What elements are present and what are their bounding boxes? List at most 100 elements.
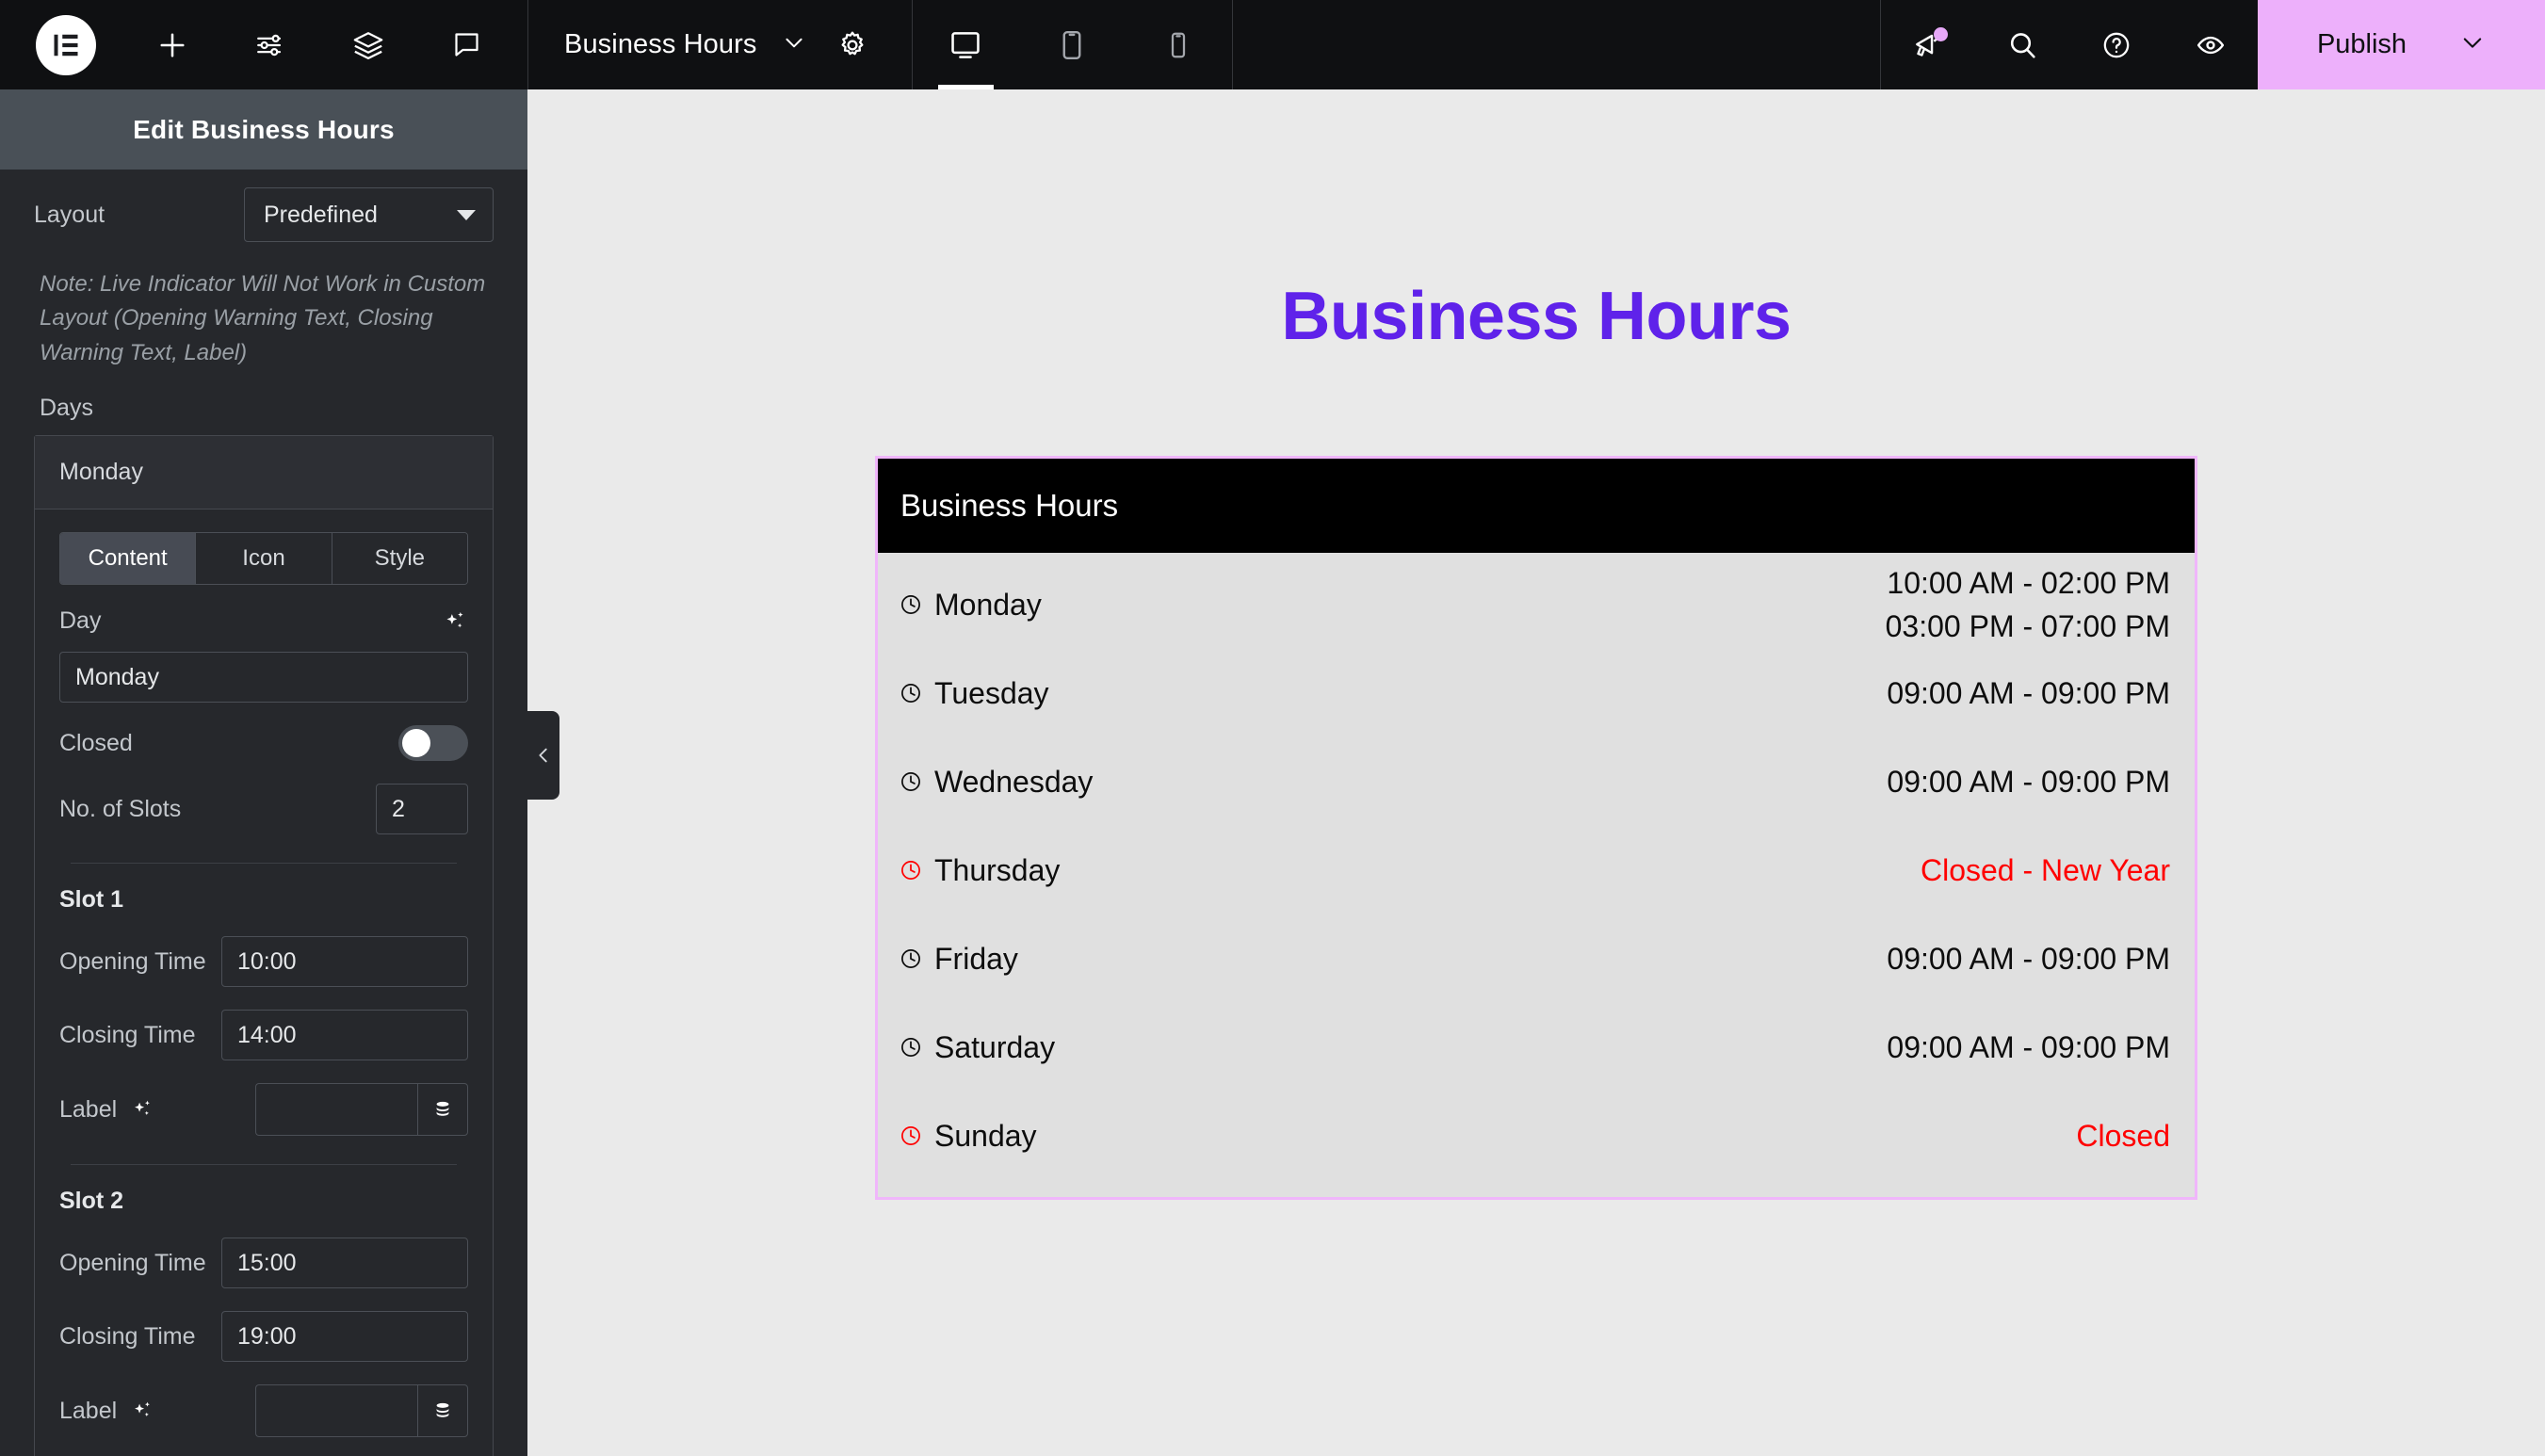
row-times: Closed: [2076, 1114, 2170, 1157]
panel-collapse-toggle[interactable]: [527, 711, 559, 800]
row-time-slot: 03:00 PM - 07:00 PM: [1885, 609, 2170, 643]
top-bar-right-tools: [1881, 0, 2258, 89]
document-title: Business Hours: [564, 29, 757, 59]
repeater-item-title: Monday: [59, 459, 143, 486]
row-day: Friday: [899, 942, 1018, 977]
document-selector[interactable]: Business Hours: [528, 0, 912, 89]
slot-2-opening-label: Opening Time: [59, 1249, 206, 1276]
dynamic-tags-icon[interactable]: [417, 1083, 468, 1137]
row-times: 09:00 AM - 09:00 PM: [1887, 671, 2170, 715]
slot-2-label-input[interactable]: [255, 1384, 417, 1438]
row-time-slot: 09:00 AM - 09:00 PM: [1887, 1029, 2170, 1064]
clock-icon: [899, 858, 923, 882]
slot-1-label-row: Label: [59, 1083, 468, 1137]
row-status-text: Closed - New Year: [1920, 852, 2170, 887]
panel-header: Edit Business Hours: [0, 89, 527, 170]
row-day-label: Tuesday: [934, 675, 1049, 710]
ai-sparkles-icon[interactable]: [130, 1399, 154, 1423]
row-day: Thursday: [899, 853, 1060, 888]
plus-icon[interactable]: [151, 24, 194, 67]
row-times: 10:00 AM - 02:00 PM 03:00 PM - 07:00 PM: [1886, 561, 2170, 649]
slot-1-label-input[interactable]: [255, 1083, 417, 1137]
row-day-label: Friday: [934, 941, 1018, 976]
top-bar-left-tools: [0, 0, 527, 89]
search-icon[interactable]: [2001, 24, 2044, 67]
slot-1-closing-input[interactable]: 14:00: [221, 1010, 468, 1061]
slot-2-title: Slot 2: [59, 1188, 124, 1215]
row-status-text: Closed: [2076, 1118, 2170, 1153]
chevron-down-icon[interactable]: [782, 30, 806, 59]
device-tablet-button[interactable]: [1019, 0, 1126, 89]
clock-icon: [899, 769, 923, 794]
row-times: 09:00 AM - 09:00 PM: [1887, 1026, 2170, 1069]
panel-title: Edit Business Hours: [133, 114, 395, 144]
table-row: Wednesday 09:00 AM - 09:00 PM: [899, 737, 2170, 826]
elementor-logo-icon[interactable]: [36, 14, 96, 75]
ai-sparkles-icon[interactable]: [442, 608, 468, 635]
slot-1-closing-row: Closing Time 14:00: [59, 1010, 468, 1061]
clock-icon: [899, 946, 923, 971]
tab-content[interactable]: Content: [60, 533, 197, 585]
device-mobile-button[interactable]: [1126, 0, 1232, 89]
slots-count-label: No. of Slots: [59, 795, 182, 822]
layout-select-value: Predefined: [264, 201, 378, 228]
slot-1-title: Slot 1: [59, 886, 124, 914]
row-times: Closed - New Year: [1921, 849, 2170, 892]
megaphone-icon[interactable]: [1906, 24, 1950, 67]
slot-2-label-text: Label: [59, 1397, 118, 1424]
widget-header: Business Hours: [878, 459, 2195, 553]
slot-2-closing-label: Closing Time: [59, 1322, 196, 1350]
day-repeater-item-monday: Monday Content Icon Style Day Monday Clo…: [34, 435, 494, 1456]
row-day-label: Saturday: [934, 1029, 1056, 1064]
row-day-label: Wednesday: [934, 764, 1094, 799]
table-row: Tuesday 09:00 AM - 09:00 PM: [899, 649, 2170, 737]
top-bar: Business Hours Publish: [0, 0, 2545, 89]
sliders-icon[interactable]: [249, 24, 292, 67]
slot-2-opening-input[interactable]: 15:00: [221, 1238, 468, 1289]
layout-select[interactable]: Predefined: [244, 187, 494, 242]
ai-sparkles-icon[interactable]: [130, 1097, 154, 1122]
layout-control-row: Layout Predefined: [34, 170, 494, 260]
slot-1-closing-label: Closing Time: [59, 1021, 196, 1048]
slot-2-label-row: Label: [59, 1384, 468, 1438]
help-icon[interactable]: [2095, 24, 2138, 67]
tab-style[interactable]: Style: [332, 533, 467, 585]
slot-1-label-combo: [255, 1083, 468, 1137]
eye-preview-icon[interactable]: [2189, 24, 2232, 67]
device-desktop-button[interactable]: [913, 0, 1019, 89]
chevron-down-icon[interactable]: [2459, 29, 2486, 60]
slot-1-opening-row: Opening Time 10:00: [59, 936, 468, 988]
business-hours-widget[interactable]: Business Hours Monday 10:00 AM - 02:00 P…: [875, 456, 2197, 1200]
publish-button[interactable]: Publish: [2258, 0, 2545, 89]
layout-label: Layout: [34, 201, 105, 228]
repeater-item-header[interactable]: Monday: [35, 436, 493, 510]
slot-1-opening-input[interactable]: 10:00: [221, 936, 468, 988]
row-day-label: Monday: [934, 587, 1042, 622]
table-row: Friday 09:00 AM - 09:00 PM: [899, 914, 2170, 1003]
publish-label: Publish: [2316, 29, 2407, 59]
slots-count-input[interactable]: 2: [376, 784, 468, 835]
slot-2-label-label: Label: [59, 1398, 154, 1425]
tab-icon[interactable]: Icon: [196, 533, 332, 585]
layers-icon[interactable]: [347, 24, 390, 67]
row-day: Wednesday: [899, 765, 1093, 800]
day-field-label: Day: [59, 607, 102, 635]
comment-icon[interactable]: [445, 24, 488, 67]
slot-2-closing-input[interactable]: 19:00: [221, 1311, 468, 1363]
gear-icon[interactable]: [831, 24, 874, 67]
slot-1-opening-label: Opening Time: [59, 947, 206, 975]
day-name-input[interactable]: Monday: [59, 652, 468, 704]
closed-label: Closed: [59, 729, 133, 756]
row-time-slot: 10:00 AM - 02:00 PM: [1887, 565, 2170, 600]
slot-1-label-label: Label: [59, 1096, 154, 1124]
dynamic-tags-icon[interactable]: [417, 1384, 468, 1438]
divider: [71, 863, 457, 865]
slot-group-1: Slot 1 Opening Time 10:00 Closing Time 1…: [59, 886, 468, 1137]
row-day: Sunday: [899, 1119, 1037, 1154]
clock-icon: [899, 592, 923, 617]
layout-note: Note: Live Indicator Will Not Work in Cu…: [40, 271, 486, 365]
top-bar-spacer: [1233, 0, 1881, 89]
table-row: Monday 10:00 AM - 02:00 PM 03:00 PM - 07…: [899, 560, 2170, 649]
table-row: Thursday Closed - New Year: [899, 826, 2170, 914]
closed-toggle[interactable]: [398, 725, 468, 762]
